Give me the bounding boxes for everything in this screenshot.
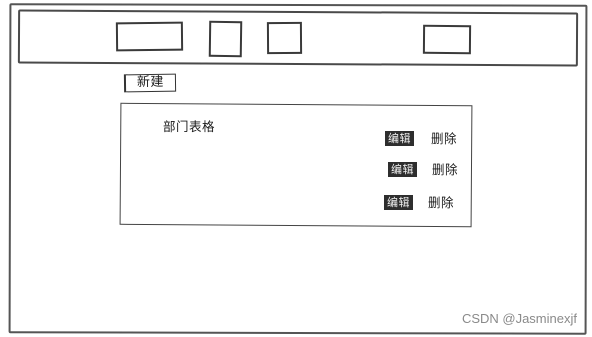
nav-placeholder-2[interactable] xyxy=(208,20,243,58)
table-title: 部门表格 xyxy=(163,119,216,134)
delete-button[interactable]: 删除 xyxy=(428,195,454,210)
nav-placeholder-4[interactable] xyxy=(422,24,472,55)
nav-placeholder-1[interactable] xyxy=(115,21,184,52)
edit-button[interactable]: 编辑 xyxy=(384,195,413,210)
delete-button[interactable]: 删除 xyxy=(431,131,457,146)
new-button[interactable]: 新建 xyxy=(123,73,177,93)
edit-button[interactable]: 编辑 xyxy=(388,162,417,177)
edit-button[interactable]: 编辑 xyxy=(385,131,414,146)
watermark: CSDN @Jasminexjf xyxy=(461,311,577,326)
delete-button[interactable]: 删除 xyxy=(432,162,458,177)
nav-placeholder-3[interactable] xyxy=(266,21,303,55)
